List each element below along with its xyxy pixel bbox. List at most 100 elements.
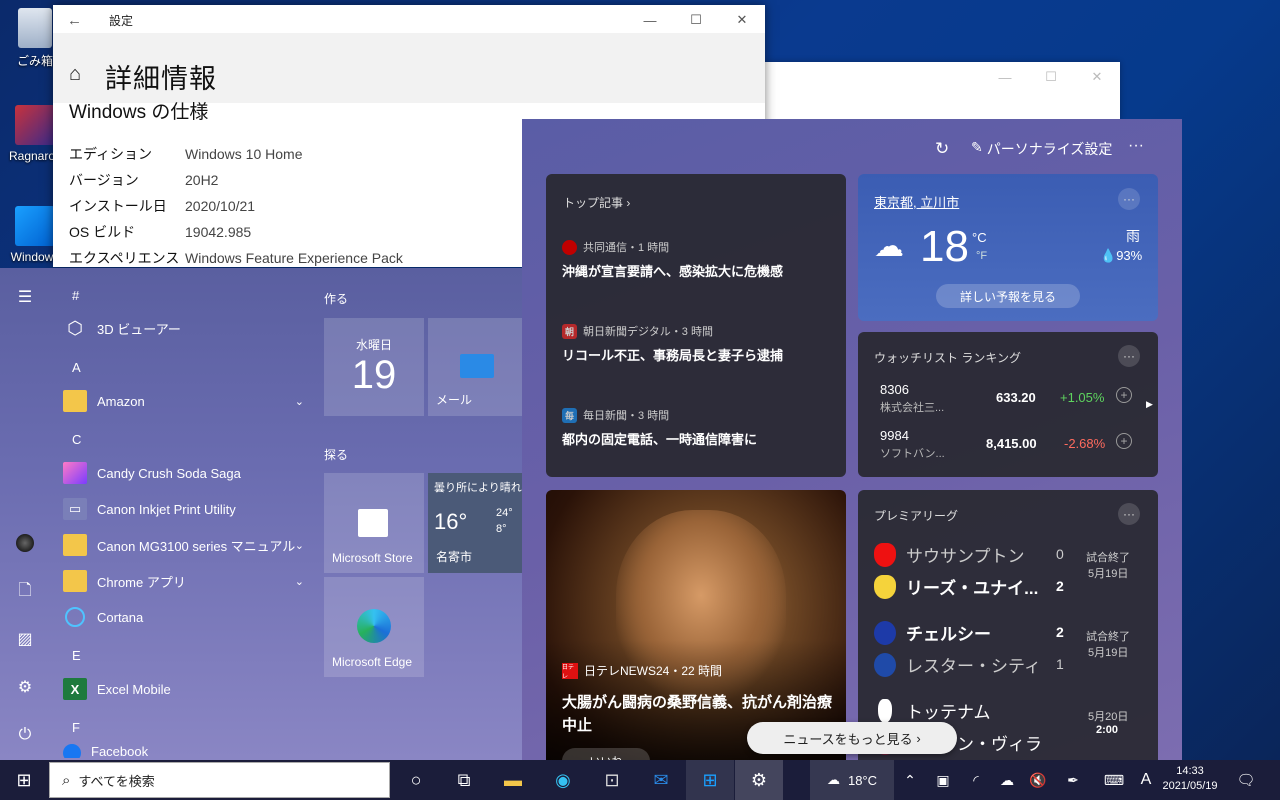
power-icon[interactable]: ⏻: [14, 724, 36, 746]
team-row[interactable]: サウサンプトン: [874, 542, 1074, 567]
cortana-circle-icon[interactable]: ○: [392, 760, 440, 800]
app-label: Amazon: [97, 393, 145, 409]
unit-fahrenheit[interactable]: °F: [976, 250, 987, 262]
stock-row[interactable]: 8306 株式会社三... 633.20 +1.05% +: [880, 382, 1150, 422]
personalize-button[interactable]: ✎ パーソナライズ設定: [971, 139, 1112, 159]
spec-row: バージョン 20H2: [69, 167, 403, 193]
more-options-icon[interactable]: ···: [1128, 137, 1144, 155]
calendar-tile[interactable]: 水曜日 19: [324, 318, 424, 416]
action-center-icon[interactable]: 🗨: [1224, 760, 1268, 800]
minimize-icon[interactable]: —: [982, 62, 1028, 92]
close-button[interactable]: ✕: [719, 5, 765, 35]
settings-gear-icon[interactable]: ⚙: [14, 676, 36, 698]
folder-icon: [63, 390, 87, 412]
watchlist-more-icon[interactable]: ···: [1118, 345, 1140, 367]
app-label: Facebook: [91, 744, 149, 758]
app-chrome-folder[interactable]: Chrome アプリ ⌄: [54, 563, 304, 599]
news-interests-button[interactable]: ☁ 18°C: [810, 760, 894, 800]
stock-price: 633.20: [996, 390, 1036, 405]
start-tiles-icon[interactable]: ⊞: [686, 760, 734, 800]
app-canon-manual-folder[interactable]: Canon MG3100 series マニュアル ⌄: [54, 527, 304, 563]
kyodo-logo-icon: [562, 239, 577, 255]
news-item[interactable]: 朝朝日新聞デジタル・3 時間 リコール不正、事務局長と妻子ら逮捕: [562, 323, 832, 364]
app-label: Chrome アプリ: [97, 574, 186, 590]
pictures-icon[interactable]: ▨: [14, 628, 36, 650]
windows-start-icon[interactable]: ⊞: [0, 760, 48, 800]
start-rail: ☰ 🗋 ▨ ⚙ ⏻: [0, 268, 50, 760]
stock-row[interactable]: 9984 ソフトバン... 8,415.00 -2.68% +: [880, 428, 1150, 468]
score: 0: [1056, 546, 1064, 562]
spec-row: インストール日 2020/10/21: [69, 193, 403, 219]
refresh-icon[interactable]: ↻: [935, 139, 949, 159]
team-row[interactable]: トッテナム: [874, 698, 1074, 723]
start-menu: ☰ 🗋 ▨ ⚙ ⏻ # ⬡ 3D ビューアー A Amazon ⌄ C Cand…: [0, 268, 522, 760]
add-watch-icon[interactable]: +: [1116, 387, 1132, 403]
pen-icon[interactable]: ✒: [1051, 760, 1095, 800]
team-row[interactable]: チェルシー: [874, 620, 1074, 645]
app-facebook[interactable]: Facebook: [54, 744, 304, 758]
letter-header[interactable]: #: [72, 288, 79, 303]
news-item[interactable]: 共同通信・1 時間 沖縄が宣言要請へ、感染拡大に危機感: [562, 239, 832, 280]
background-window[interactable]: — ☐ ✕: [765, 62, 1120, 120]
store-tile[interactable]: Microsoft Store: [324, 473, 424, 573]
clock-time: 14:33: [1176, 765, 1204, 777]
mail-taskbar-icon[interactable]: ✉: [637, 760, 685, 800]
hamburger-menu-icon[interactable]: ☰: [14, 286, 36, 308]
team-row[interactable]: レスター・シティ: [874, 652, 1074, 677]
user-avatar[interactable]: [14, 532, 36, 554]
letter-header[interactable]: E: [72, 648, 81, 663]
taskbar-search-box[interactable]: ⌕ すべてを検索: [49, 762, 390, 798]
next-arrow-icon[interactable]: ▶: [1146, 399, 1153, 410]
spec-list: エディション Windows 10 Home バージョン 20H2 インストール日 2…: [69, 141, 403, 271]
more-news-button[interactable]: ニュースをもっと見る ›: [747, 722, 957, 754]
minimize-button[interactable]: —: [627, 5, 673, 35]
group-make: 作る: [324, 292, 349, 306]
weather-more-icon[interactable]: ···: [1118, 188, 1140, 210]
like-button[interactable]: いいね: [562, 748, 650, 760]
taskbar: ⊞ ⌕ すべてを検索 ○ ⧉ ▬ ◉ ⊡ ✉ ⊞ ⚙ ☁ 18°C ⌃ ▣ ◜ …: [0, 760, 1280, 800]
maximize-button[interactable]: ☐: [673, 5, 719, 35]
top-stories-header[interactable]: トップ記事 ›: [563, 194, 630, 211]
settings-header: ⌂ 詳細情報: [53, 33, 765, 103]
printer-icon: ▭: [63, 498, 87, 520]
unit-celsius[interactable]: °C: [972, 230, 987, 245]
letter-header[interactable]: C: [72, 432, 81, 447]
settings-taskbar-icon[interactable]: ⚙: [735, 760, 783, 800]
stock-change: +1.05%: [1060, 390, 1105, 405]
news-interests-panel: ↻ ✎ パーソナライズ設定 ··· トップ記事 › 共同通信・1 時間 沖縄が宣言…: [522, 119, 1182, 760]
app-amazon-folder[interactable]: Amazon ⌄: [54, 383, 304, 419]
mail-tile[interactable]: メール: [428, 318, 522, 416]
edge-icon: [357, 609, 391, 643]
maximize-icon[interactable]: ☐: [1028, 62, 1074, 92]
photo-news-card[interactable]: 日テレ 日テレNEWS24・22 時間 大腸がん闘病の桑野信義、抗がん剤治療中止…: [546, 490, 846, 760]
team-row[interactable]: リーズ・ユナイ...: [874, 574, 1074, 599]
app-3d-viewer[interactable]: ⬡ 3D ビューアー: [54, 310, 304, 346]
weather-location[interactable]: 東京都, 立川市: [874, 192, 959, 211]
weather-condition: 雨: [1126, 228, 1140, 244]
edge-taskbar-icon[interactable]: ◉: [539, 760, 587, 800]
home-icon[interactable]: ⌂: [69, 63, 81, 86]
store-taskbar-icon[interactable]: ⊡: [588, 760, 636, 800]
recycle-bin-label: ごみ箱: [16, 54, 53, 68]
documents-icon[interactable]: 🗋: [14, 581, 36, 603]
weather-tile[interactable]: 曇り所により晴れ 16° 24° 8° 名寄市: [428, 473, 522, 573]
edge-tile[interactable]: Microsoft Edge: [324, 577, 424, 677]
letter-header[interactable]: F: [72, 720, 80, 735]
letter-header[interactable]: A: [72, 360, 81, 375]
add-watch-icon[interactable]: +: [1116, 433, 1132, 449]
detailed-forecast-button[interactable]: 詳しい予報を見る: [936, 284, 1080, 308]
file-explorer-icon[interactable]: ▬: [489, 760, 537, 800]
app-canon-print[interactable]: ▭ Canon Inkjet Print Utility: [54, 491, 304, 527]
news-item[interactable]: 毎毎日新聞・3 時間 都内の固定電話、一時通信障害に: [562, 407, 832, 448]
clock[interactable]: 14:33 2021/05/19: [1160, 764, 1220, 794]
spec-value: 20H2: [185, 172, 219, 188]
app-candy-crush[interactable]: Candy Crush Soda Saga: [54, 455, 304, 491]
score: 2: [1056, 578, 1064, 594]
app-excel-mobile[interactable]: X Excel Mobile: [54, 671, 304, 707]
weather-tile-temp: 16°: [434, 509, 468, 534]
close-icon[interactable]: ✕: [1074, 62, 1120, 92]
app-cortana[interactable]: Cortana: [54, 599, 304, 635]
task-view-icon[interactable]: ⧉: [440, 760, 488, 800]
league-more-icon[interactable]: ···: [1118, 503, 1140, 525]
back-arrow-icon[interactable]: ←: [67, 12, 93, 29]
